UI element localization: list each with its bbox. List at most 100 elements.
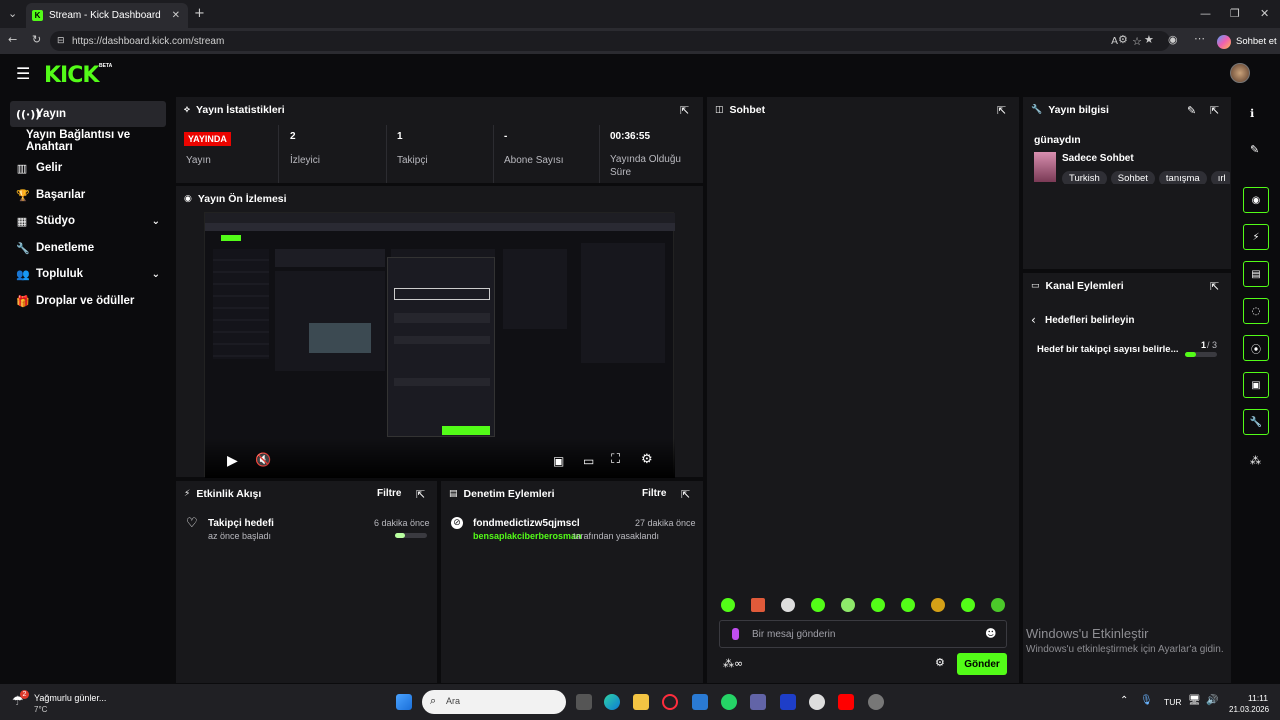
new-tab-icon[interactable]: + — [194, 6, 205, 21]
emote-icon[interactable] — [931, 598, 945, 612]
wrench-action-button[interactable]: 🔧 — [1243, 409, 1269, 435]
close-tab-icon[interactable]: ✕ — [172, 10, 180, 21]
network-icon[interactable]: 🖥 — [1188, 695, 1201, 706]
tag[interactable]: ırl — [1210, 171, 1230, 184]
sidebar-item-stream-key[interactable]: Yayın Bağlantısı ve Anahtarı — [10, 128, 166, 154]
avatar[interactable] — [1230, 63, 1250, 83]
more-menu-icon[interactable]: ⋯ — [1194, 32, 1205, 45]
favorites-bar-icon[interactable]: ★ — [1144, 33, 1154, 46]
expand-icon[interactable]: ⇱ — [1210, 280, 1219, 293]
clock-time[interactable]: 11:11 — [1248, 693, 1268, 703]
pencil-icon[interactable]: ✎ — [1250, 143, 1259, 156]
emote-icon[interactable] — [811, 598, 825, 612]
moderation-item-user[interactable]: fondmedictizw5qjmscl — [473, 518, 580, 529]
sidebar-item-denetleme[interactable]: 🔧 Denetleme — [10, 235, 166, 261]
close-window-icon[interactable]: ✕ — [1260, 7, 1269, 20]
task-view-icon[interactable] — [576, 694, 592, 710]
emote-icon[interactable] — [721, 598, 735, 612]
goal-label[interactable]: Hedef bir takipçi sayısı belirle... — [1037, 344, 1179, 355]
sidebar-item-gelir[interactable]: ▥ Gelir — [10, 155, 166, 181]
emote-icon[interactable] — [841, 598, 855, 612]
profile-extension-icon[interactable]: ◉ — [1168, 33, 1178, 46]
clock-date[interactable]: 21.03.2026 — [1229, 705, 1269, 714]
video-player[interactable]: ▶ 🔇 ▣ ▭ ⛶ ⚙ — [204, 212, 675, 478]
emote-icon[interactable] — [901, 598, 915, 612]
sidebar-item-studyo[interactable]: ▦ Stüdyo ⌄ — [10, 208, 166, 234]
goals-back-label[interactable]: Hedefleri belirleyin — [1045, 315, 1134, 326]
kick-logo[interactable]: KICK — [44, 63, 99, 88]
weather-title[interactable]: Yağmurlu günler... — [34, 693, 106, 703]
sidebar-item-topluluk[interactable]: 👥 Topluluk ⌄ — [10, 261, 166, 287]
camera-action-button[interactable]: ◉ — [1243, 187, 1269, 213]
more-tools-icon[interactable]: ⁂ — [1250, 454, 1261, 467]
copilot-icon[interactable] — [1217, 35, 1231, 49]
theater-icon[interactable]: ▭ — [583, 454, 594, 468]
minimize-icon[interactable]: — — [1200, 7, 1211, 20]
activity-filter-button[interactable]: Filtre — [377, 488, 401, 499]
chat-settings-icon[interactable]: ⚙ — [935, 656, 945, 669]
teams-icon[interactable] — [750, 694, 766, 710]
moderation-filter-button[interactable]: Filtre — [642, 488, 666, 499]
v-app-icon[interactable] — [780, 694, 796, 710]
sidebar-item-yayin[interactable]: ((·)) Yayın — [10, 101, 166, 127]
copilot-label[interactable]: Sohbet et — [1236, 36, 1277, 47]
tag[interactable]: Turkish — [1062, 171, 1107, 184]
youtube-icon[interactable] — [838, 694, 854, 710]
site-info-icon[interactable]: ⊟ — [57, 36, 65, 46]
tab-list-icon[interactable]: ⌄ — [8, 7, 17, 20]
hamburger-menu-icon[interactable]: ☰ — [16, 64, 30, 83]
play-icon[interactable]: ▶ — [227, 453, 238, 469]
expand-icon[interactable]: ⇱ — [681, 488, 690, 501]
expand-icon[interactable]: ⇱ — [416, 488, 425, 501]
mute-icon[interactable]: 🔇 — [255, 453, 271, 468]
edge-icon[interactable] — [604, 694, 620, 710]
url-field[interactable]: ⊟ https://dashboard.kick.com/stream A ☆ — [50, 31, 1170, 51]
moderation-action-button[interactable]: ▣ — [1243, 372, 1269, 398]
tray-chevron-icon[interactable]: ⌃ — [1120, 695, 1128, 706]
chat-input[interactable]: Bir mesaj gönderin ☻ — [719, 620, 1007, 648]
expand-icon[interactable]: ⇱ — [1210, 104, 1219, 117]
opera-icon[interactable] — [662, 694, 678, 710]
tag[interactable]: Sohbet — [1110, 171, 1155, 184]
whatsapp-icon[interactable] — [721, 694, 737, 710]
emoji-icon[interactable]: ☻ — [985, 627, 996, 640]
back-icon[interactable]: ← — [8, 33, 17, 46]
tag[interactable]: tanışma — [1158, 171, 1207, 184]
file-explorer-icon[interactable] — [633, 694, 649, 710]
outlook-icon[interactable] — [692, 694, 708, 710]
windows-start-icon[interactable] — [396, 694, 412, 710]
refresh-icon[interactable]: ↻ — [32, 33, 41, 46]
settings-gear-icon[interactable]: ⚙ — [641, 452, 653, 467]
info-icon[interactable]: ℹ — [1250, 107, 1254, 120]
chat-tools-icon[interactable]: ⁂∞ — [723, 657, 743, 670]
back-chevron-icon[interactable]: ‹ — [1031, 313, 1036, 327]
browser-tab[interactable]: K Stream - Kick Dashboard ✕ — [26, 3, 188, 28]
sidebar-item-basarilar[interactable]: 🏆 Başarılar — [10, 182, 166, 208]
emote-icon[interactable] — [781, 598, 795, 612]
expand-icon[interactable]: ⇱ — [680, 104, 689, 117]
emote-icon[interactable] — [751, 598, 765, 612]
send-button[interactable]: Gönder — [957, 653, 1007, 675]
broadcast-action-button[interactable]: ⦿ — [1243, 335, 1269, 361]
fullscreen-icon[interactable]: ⛶ — [611, 452, 620, 467]
expand-icon[interactable]: ⇱ — [997, 104, 1006, 117]
mic-tray-icon[interactable]: 🎙 — [1140, 695, 1153, 706]
read-aloud-icon[interactable]: A — [1111, 36, 1118, 47]
taskbar-search[interactable]: ⌕ Ara — [422, 690, 566, 714]
moderation-item-actor[interactable]: bensaplakciberberosman — [473, 531, 582, 541]
app-icon[interactable] — [868, 694, 884, 710]
edit-icon[interactable]: ✎ — [1187, 104, 1196, 117]
pip-icon[interactable]: ▣ — [553, 454, 564, 468]
sidebar-item-droplar[interactable]: 🎁 Droplar ve ödüller — [10, 288, 166, 314]
emote-icon[interactable] — [961, 598, 975, 612]
favorite-icon[interactable]: ☆ — [1132, 35, 1142, 48]
extensions-icon[interactable]: ⚙ — [1118, 33, 1128, 46]
obs-icon[interactable] — [809, 694, 825, 710]
list-action-button[interactable]: ▤ — [1243, 261, 1269, 287]
volume-icon[interactable]: 🔊 — [1206, 695, 1218, 706]
maximize-icon[interactable]: ❐ — [1230, 7, 1240, 20]
lightning-action-button[interactable]: ⚡ — [1243, 224, 1269, 250]
chat-action-button[interactable]: ◌ — [1243, 298, 1269, 324]
language-indicator[interactable]: TUR — [1164, 697, 1181, 707]
microphone-icon[interactable] — [732, 628, 739, 640]
